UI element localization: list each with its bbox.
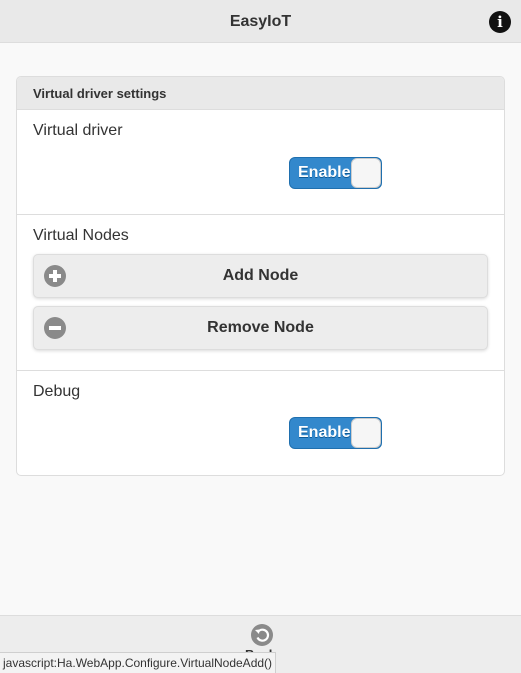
debug-switch[interactable]: Enable xyxy=(289,417,382,449)
virtual-nodes-section: Virtual Nodes Add Node Remove Node xyxy=(17,215,504,371)
remove-node-label: Remove Node xyxy=(207,319,314,336)
debug-section: Debug Enable xyxy=(17,371,504,475)
switch-handle[interactable] xyxy=(351,418,381,448)
debug-label: Debug xyxy=(33,383,81,400)
panel-title: Virtual driver settings xyxy=(17,77,504,110)
virtual-driver-settings-panel: Virtual driver settings Virtual driver E… xyxy=(16,76,505,476)
info-icon[interactable]: i xyxy=(489,11,511,33)
add-node-label: Add Node xyxy=(222,267,299,284)
add-node-button[interactable]: Add Node xyxy=(33,254,488,298)
link-status-bar: javascript:Ha.WebApp.Configure.VirtualNo… xyxy=(0,652,277,673)
remove-node-button[interactable]: Remove Node xyxy=(33,306,488,350)
app-title: EasyIoT xyxy=(229,13,292,30)
debug-switch-label: Enable xyxy=(298,424,351,441)
switch-handle[interactable] xyxy=(351,158,381,188)
virtual-driver-switch[interactable]: Enable xyxy=(289,157,382,189)
virtual-driver-section: Virtual driver Enable xyxy=(17,110,504,215)
virtual-driver-label: Virtual driver xyxy=(33,122,123,139)
virtual-nodes-label: Virtual Nodes xyxy=(33,227,129,244)
app-header: EasyIoT i xyxy=(0,0,521,43)
virtual-driver-switch-label: Enable xyxy=(298,164,351,181)
back-icon xyxy=(251,624,273,646)
